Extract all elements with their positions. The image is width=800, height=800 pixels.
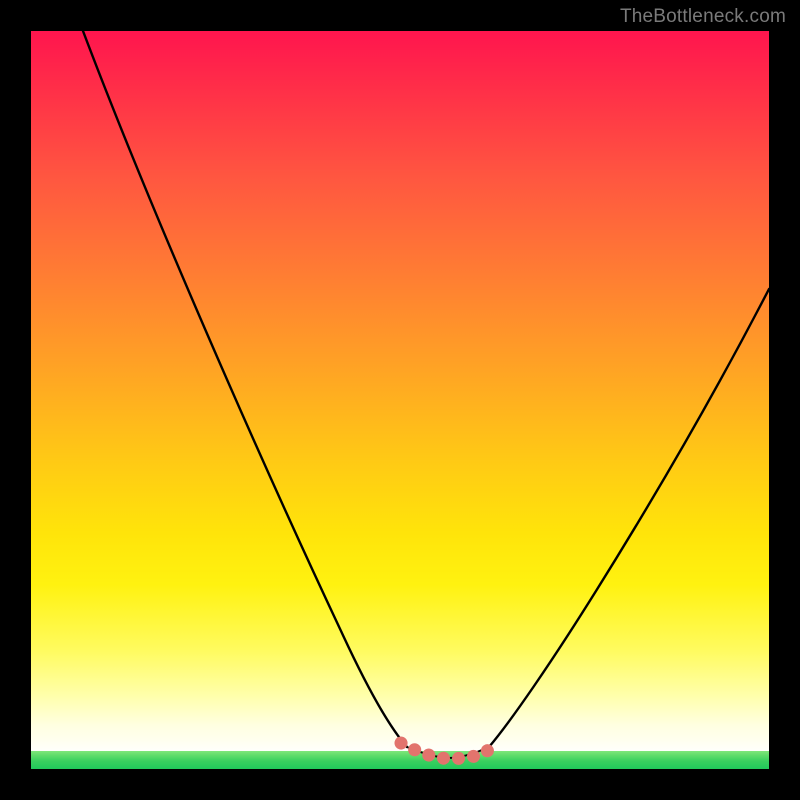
bottleneck-curve-svg — [31, 31, 769, 769]
plot-area — [31, 31, 769, 769]
left-arm-path — [83, 31, 407, 747]
watermark-text: TheBottleneck.com — [620, 6, 786, 28]
trough-highlight-path — [401, 743, 497, 759]
chart-frame: TheBottleneck.com — [0, 0, 800, 800]
right-arm-path — [489, 289, 769, 747]
